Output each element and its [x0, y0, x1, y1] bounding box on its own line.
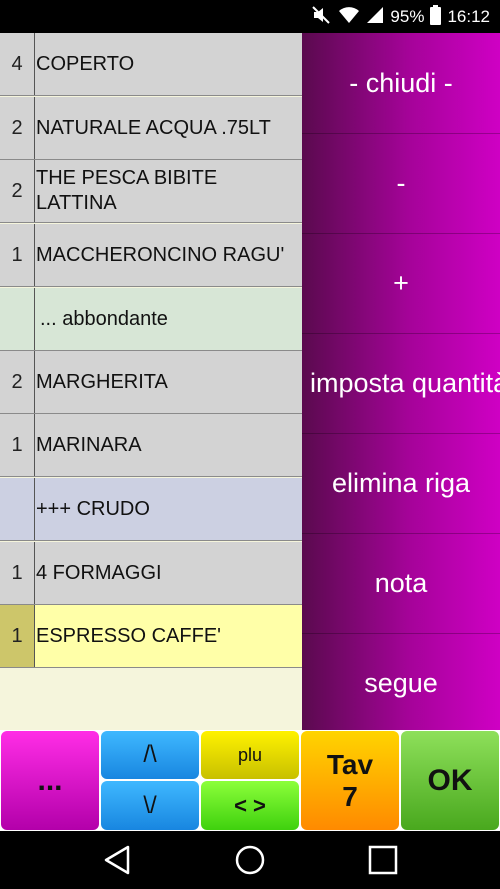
scroll-up-button[interactable]: /\ — [101, 731, 199, 779]
row-quantity: 2 — [0, 160, 35, 222]
row-quantity: 1 — [0, 224, 35, 286]
row-description: MARINARA — [36, 433, 142, 456]
battery-percent: 95% — [390, 7, 425, 26]
row-quantity: 2 — [0, 97, 35, 159]
status-icons: 95% 16:12 — [312, 4, 490, 30]
row-description: 4 FORMAGGI — [36, 561, 162, 584]
note-button[interactable]: nota — [302, 533, 500, 633]
order-row-selected[interactable]: 1 ESPRESSO CAFFE' — [0, 605, 302, 668]
order-row[interactable]: 4 COPERTO — [0, 33, 302, 96]
row-description: NATURALE ACQUA .75LT — [36, 116, 271, 139]
order-row[interactable]: 1 4 FORMAGGI — [0, 542, 302, 605]
recents-icon[interactable] — [366, 843, 400, 877]
row-description: ... abbondante — [40, 307, 168, 330]
set-quantity-button[interactable]: imposta quantità — [302, 333, 500, 433]
close-button[interactable]: - chiudi - — [302, 33, 500, 133]
home-icon[interactable] — [233, 843, 267, 877]
decrement-button[interactable]: - — [302, 133, 500, 233]
more-button[interactable]: ... — [1, 731, 99, 830]
scroll-down-button[interactable]: \/ — [101, 781, 199, 830]
row-quantity: 4 — [0, 33, 35, 95]
row-quantity: 1 — [0, 414, 35, 476]
battery-icon — [430, 4, 442, 30]
row-description: COPERTO — [36, 52, 135, 75]
order-row[interactable]: 1 MACCHERONCINO RAGU' — [0, 224, 302, 287]
plu-button[interactable]: plu — [201, 731, 299, 779]
increment-button[interactable]: + — [302, 233, 500, 333]
row-quantity: 2 — [0, 351, 35, 413]
bottom-toolbar: ... /\ \/ plu < > Tav 7 OK — [0, 730, 500, 831]
row-quantity: 1 — [0, 542, 35, 604]
signal-icon — [366, 6, 384, 29]
order-list: 4 COPERTO 2 NATURALE ACQUA .75LT 2 THE P… — [0, 33, 302, 730]
order-row[interactable]: 1 MARINARA — [0, 414, 302, 477]
row-description: MARGHERITA — [36, 370, 168, 393]
order-row[interactable]: 2 THE PESCA BIBITE LATTINA — [0, 160, 302, 223]
order-row[interactable]: 2 NATURALE ACQUA .75LT — [0, 97, 302, 160]
table-label: Tav — [326, 748, 374, 780]
wifi-icon — [338, 6, 360, 29]
delete-row-button[interactable]: elimina riga — [302, 433, 500, 533]
follows-button[interactable]: segue — [302, 633, 500, 730]
side-menu: - chiudi - - + imposta quantità elimina … — [302, 33, 500, 730]
row-description: ESPRESSO CAFFE' — [36, 624, 221, 647]
order-row-modifier[interactable]: ... abbondante — [0, 288, 302, 351]
order-row-modifier[interactable]: +++ CRUDO — [0, 478, 302, 541]
row-description: THE PESCA BIBITE LATTINA — [36, 167, 218, 214]
status-bar: 95% 16:12 — [0, 0, 500, 33]
ok-button[interactable]: OK — [401, 731, 499, 830]
back-icon[interactable] — [100, 843, 134, 877]
android-nav-bar — [0, 831, 500, 889]
row-quantity — [0, 288, 35, 350]
clock: 16:12 — [447, 7, 490, 26]
order-row[interactable]: 2 MARGHERITA — [0, 351, 302, 414]
navigate-button[interactable]: < > — [201, 781, 299, 830]
row-quantity: 1 — [0, 605, 35, 667]
mute-icon — [312, 5, 332, 29]
row-description: MACCHERONCINO RAGU' — [36, 243, 285, 266]
row-quantity — [0, 478, 35, 540]
table-number: 7 — [342, 780, 358, 812]
table-button[interactable]: Tav 7 — [301, 731, 399, 830]
row-description: +++ CRUDO — [36, 497, 150, 520]
